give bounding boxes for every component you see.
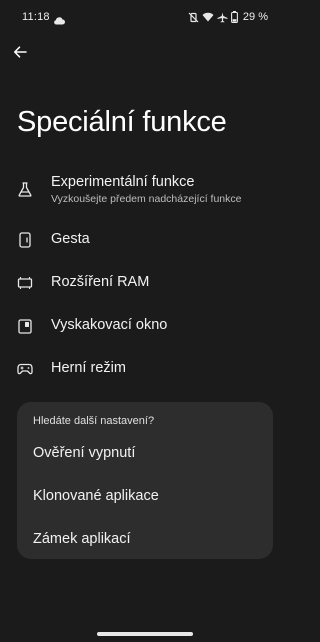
suggestions-heading: Hledáte další nastavení? — [33, 415, 155, 427]
back-button[interactable] — [8, 42, 32, 66]
suggestion-label: Klonované aplikace — [33, 488, 159, 504]
menu-item-label: Herní režim — [51, 360, 126, 376]
memory-chip-icon — [16, 274, 34, 292]
battery-icon — [230, 11, 238, 23]
gamepad-icon — [16, 360, 34, 378]
suggestion-item-shutdown-verification[interactable]: Ověření vypnutí — [17, 436, 273, 472]
suggestions-card: Hledáte další nastavení? Ověření vypnutí… — [17, 402, 273, 559]
suggestion-item-app-lock[interactable]: Zámek aplikací — [17, 522, 273, 558]
suggestion-label: Zámek aplikací — [33, 531, 131, 547]
menu-item-popup-window[interactable]: Vyskakovací okno — [0, 309, 290, 343]
arrow-left-icon — [13, 45, 27, 64]
battery-percent: 29 % — [242, 11, 268, 23]
cloud-icon — [53, 12, 65, 25]
status-bar: 11:18 29 % — [0, 0, 290, 34]
page-title: Speciální funkce — [17, 106, 227, 138]
popup-window-icon — [16, 317, 34, 335]
menu-item-gestures[interactable]: Gesta — [0, 223, 290, 257]
suggestion-item-cloned-apps[interactable]: Klonované aplikace — [17, 479, 273, 515]
suggestion-label: Ověření vypnutí — [33, 445, 136, 461]
menu-item-experimental-features[interactable]: Experimentální funkce Vyzkoušejte předem… — [0, 170, 290, 212]
menu-item-label: Gesta — [51, 231, 90, 247]
menu-item-ram-extension[interactable]: Rozšíření RAM — [0, 266, 290, 300]
gesture-navigation-handle[interactable] — [97, 632, 193, 636]
menu-item-game-mode[interactable]: Herní režim — [0, 352, 290, 386]
menu-item-label: Experimentální funkce — [51, 174, 195, 190]
status-time: 11:18 — [22, 11, 50, 23]
menu-item-label: Vyskakovací okno — [51, 317, 168, 333]
menu-item-label: Rozšíření RAM — [51, 274, 150, 290]
phone-gesture-icon — [16, 231, 34, 249]
status-icons: 29 % — [188, 10, 268, 24]
airplane-icon — [217, 12, 228, 23]
mute-vibrate-icon — [188, 12, 199, 23]
wifi-icon — [202, 12, 214, 22]
flask-icon — [16, 180, 34, 198]
menu-item-sublabel: Vyzkoušejte předem nadcházející funkce — [51, 193, 242, 205]
